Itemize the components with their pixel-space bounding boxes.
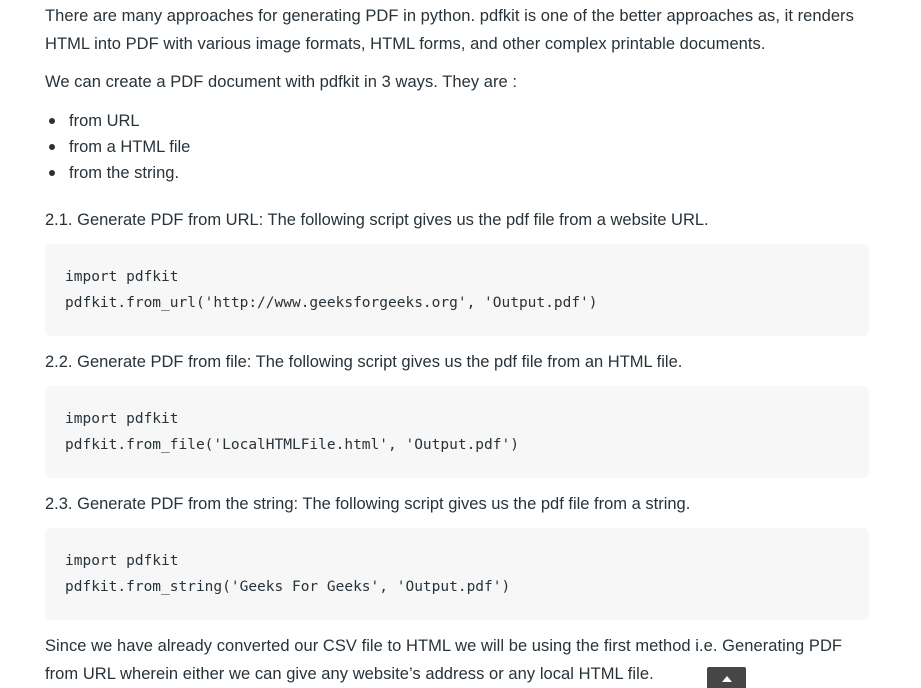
list-item: from the string. <box>45 160 875 186</box>
list-item: from a HTML file <box>45 134 875 160</box>
ways-paragraph: We can create a PDF document with pdfkit… <box>45 73 518 91</box>
code-line: pdfkit.from_string('Geeks For Geeks', 'O… <box>65 579 511 595</box>
arrow-up-icon <box>721 676 732 682</box>
code-line: import pdfkit <box>65 269 179 285</box>
bullet-icon <box>49 118 55 124</box>
scroll-to-top-button[interactable] <box>707 667 746 688</box>
code-block-string[interactable]: import pdfkit pdfkit.from_string('Geeks … <box>45 528 869 620</box>
bullet-icon <box>49 170 55 176</box>
list-item-text: from URL <box>69 112 140 130</box>
bullet-icon <box>49 144 55 150</box>
list-item-text: from a HTML file <box>69 138 191 156</box>
code-block-url[interactable]: import pdfkit pdfkit.from_url('http://ww… <box>45 244 869 336</box>
method-heading-string: 2.3. Generate PDF from the string: The f… <box>45 495 691 513</box>
list-item: from URL <box>45 108 875 134</box>
article-content: There are many approaches for generating… <box>45 0 875 688</box>
final-paragraph: Since we have already converted our CSV … <box>45 637 843 683</box>
method-heading-file: 2.2. Generate PDF from file: The followi… <box>45 353 683 371</box>
code-line: pdfkit.from_url('http://www.geeksforgeek… <box>65 295 598 311</box>
ways-list: from URL from a HTML file from the strin… <box>45 108 875 186</box>
code-line: import pdfkit <box>65 411 179 427</box>
method-heading-url: 2.1. Generate PDF from URL: The followin… <box>45 211 709 229</box>
code-block-file[interactable]: import pdfkit pdfkit.from_file('LocalHTM… <box>45 386 869 478</box>
code-line: pdfkit.from_file('LocalHTMLFile.html', '… <box>65 437 519 453</box>
list-item-text: from the string. <box>69 164 180 182</box>
intro-paragraph: There are many approaches for generating… <box>45 7 854 53</box>
code-line: import pdfkit <box>65 553 179 569</box>
